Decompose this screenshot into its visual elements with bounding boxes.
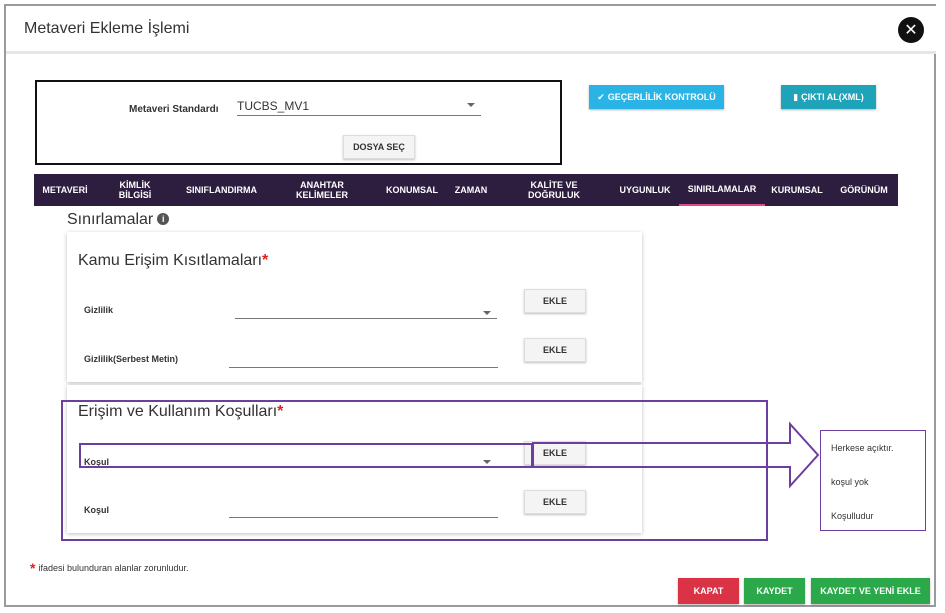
dialog-header: Metaveri Ekleme İşlemi ✕ xyxy=(6,6,936,54)
chevron-down-icon xyxy=(483,311,491,315)
dropdown-option[interactable]: Koşulludur xyxy=(831,511,874,521)
standard-label: Metaveri Standardı xyxy=(129,104,219,115)
tab-siniflandirma[interactable]: SINIFLANDIRMA xyxy=(174,174,269,206)
validate-button-label: GEÇERLİLİK KONTROLÜ xyxy=(607,92,716,102)
add-confidentiality-free-text-button[interactable]: EKLE xyxy=(524,338,586,362)
dialog-title: Metaveri Ekleme İşlemi xyxy=(24,20,190,37)
section-title: Sınırlamalar i xyxy=(67,211,170,229)
tab-bar: METAVERİ KİMLİK BİLGİSİ SINIFLANDIRMA AN… xyxy=(34,174,898,206)
tab-metaveri[interactable]: METAVERİ xyxy=(34,174,96,206)
annotation-arrow-icon xyxy=(532,421,820,489)
close-icon[interactable]: ✕ xyxy=(898,17,924,43)
validate-button[interactable]: ✔ GEÇERLİLİK KONTROLÜ xyxy=(589,85,724,109)
required-footnote-text: ifadesi bulunduran alanlar zorunludur. xyxy=(38,563,189,573)
add-confidentiality-button[interactable]: EKLE xyxy=(524,289,586,313)
section-title-text: Sınırlamalar xyxy=(67,211,154,228)
standard-select[interactable]: TUCBS_MV1 xyxy=(237,97,481,116)
required-mark: * xyxy=(262,252,269,269)
confidentiality-free-text-input[interactable] xyxy=(229,356,498,368)
public-access-title-text: Kamu Erişim Kısıtlamaları xyxy=(78,252,263,269)
standard-panel: Metaveri Standardı TUCBS_MV1 DOSYA SEÇ xyxy=(35,80,562,165)
export-xml-button-label: ÇIKTI AL(XML) xyxy=(801,92,864,102)
tab-zaman[interactable]: ZAMAN xyxy=(448,174,494,206)
tab-kurumsal[interactable]: KURUMSAL xyxy=(768,174,826,206)
dropdown-option[interactable]: koşul yok xyxy=(831,477,869,487)
check-icon: ✔ xyxy=(597,91,605,102)
document-icon: ▮ xyxy=(793,91,799,102)
chevron-down-icon xyxy=(467,103,475,107)
confidentiality-select[interactable] xyxy=(235,307,497,319)
save-button[interactable]: KAYDET xyxy=(744,578,805,604)
tab-kimlik-bilgisi[interactable]: KİMLİK BİLGİSİ xyxy=(104,174,166,206)
dropdown-option[interactable]: Herkese açıktır. xyxy=(831,443,894,453)
confidentiality-free-text-label: Gizlilik(Serbest Metin) xyxy=(84,354,179,364)
tab-kalite-ve-dogruluk[interactable]: KALİTE VE DOĞRULUK xyxy=(514,174,594,206)
save-and-new-button[interactable]: KAYDET VE YENİ EKLE xyxy=(811,578,930,604)
tab-anahtar-kelimeler[interactable]: ANAHTAR KELİMELER xyxy=(286,174,358,206)
condition-dropdown-list: Herkese açıktır. koşul yok Koşulludur xyxy=(820,430,926,531)
tab-uygunluk[interactable]: UYGUNLUK xyxy=(611,174,679,206)
tab-gorunum[interactable]: GÖRÜNÜM xyxy=(834,174,894,206)
close-button[interactable]: KAPAT xyxy=(678,578,739,604)
info-icon[interactable]: i xyxy=(157,213,170,225)
required-star: * xyxy=(30,560,36,576)
export-xml-button[interactable]: ▮ ÇIKTI AL(XML) xyxy=(781,85,876,109)
annotation-field-highlight xyxy=(79,443,533,468)
choose-file-button[interactable]: DOSYA SEÇ xyxy=(343,135,415,159)
public-access-card: Kamu Erişim Kısıtlamaları* Gizlilik EKLE… xyxy=(67,232,642,382)
required-footnote: * ifadesi bulunduran alanlar zorunludur. xyxy=(30,560,189,576)
tab-konumsal[interactable]: KONUMSAL xyxy=(377,174,447,206)
standard-selected-value: TUCBS_MV1 xyxy=(237,99,310,113)
public-access-title: Kamu Erişim Kısıtlamaları* xyxy=(78,252,268,270)
confidentiality-label: Gizlilik xyxy=(84,305,114,315)
tab-sinirlamalar[interactable]: SINIRLAMALAR xyxy=(679,174,765,206)
